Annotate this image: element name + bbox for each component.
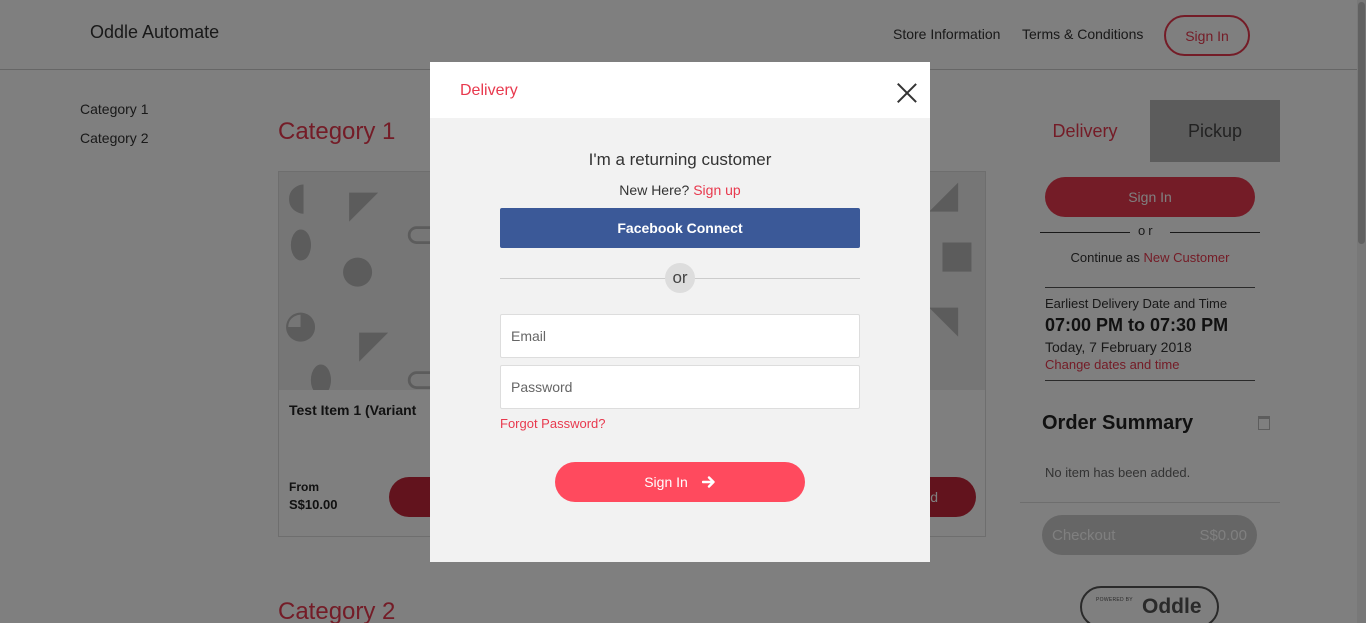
new-here-label: New Here? (619, 182, 690, 198)
modal-header: Delivery (430, 62, 930, 118)
close-icon[interactable] (896, 82, 918, 104)
password-field[interactable] (500, 365, 860, 409)
modal-sign-in-button[interactable]: Sign In (555, 462, 805, 502)
modal-title: Delivery (460, 82, 518, 99)
returning-customer-heading: I'm a returning customer (588, 150, 772, 169)
forgot-password-link[interactable]: Forgot Password? (500, 416, 606, 431)
new-here-text: New Here? Sign up (430, 182, 930, 198)
facebook-connect-button[interactable]: Facebook Connect (500, 208, 860, 248)
sign-up-link[interactable]: Sign up (693, 182, 740, 198)
arrow-right-icon (701, 476, 715, 488)
sign-in-label: Sign In (644, 474, 688, 490)
or-divider-badge: or (665, 263, 695, 293)
email-field[interactable] (500, 314, 860, 358)
sign-in-modal: Delivery I'm a returning customer New He… (430, 62, 930, 562)
